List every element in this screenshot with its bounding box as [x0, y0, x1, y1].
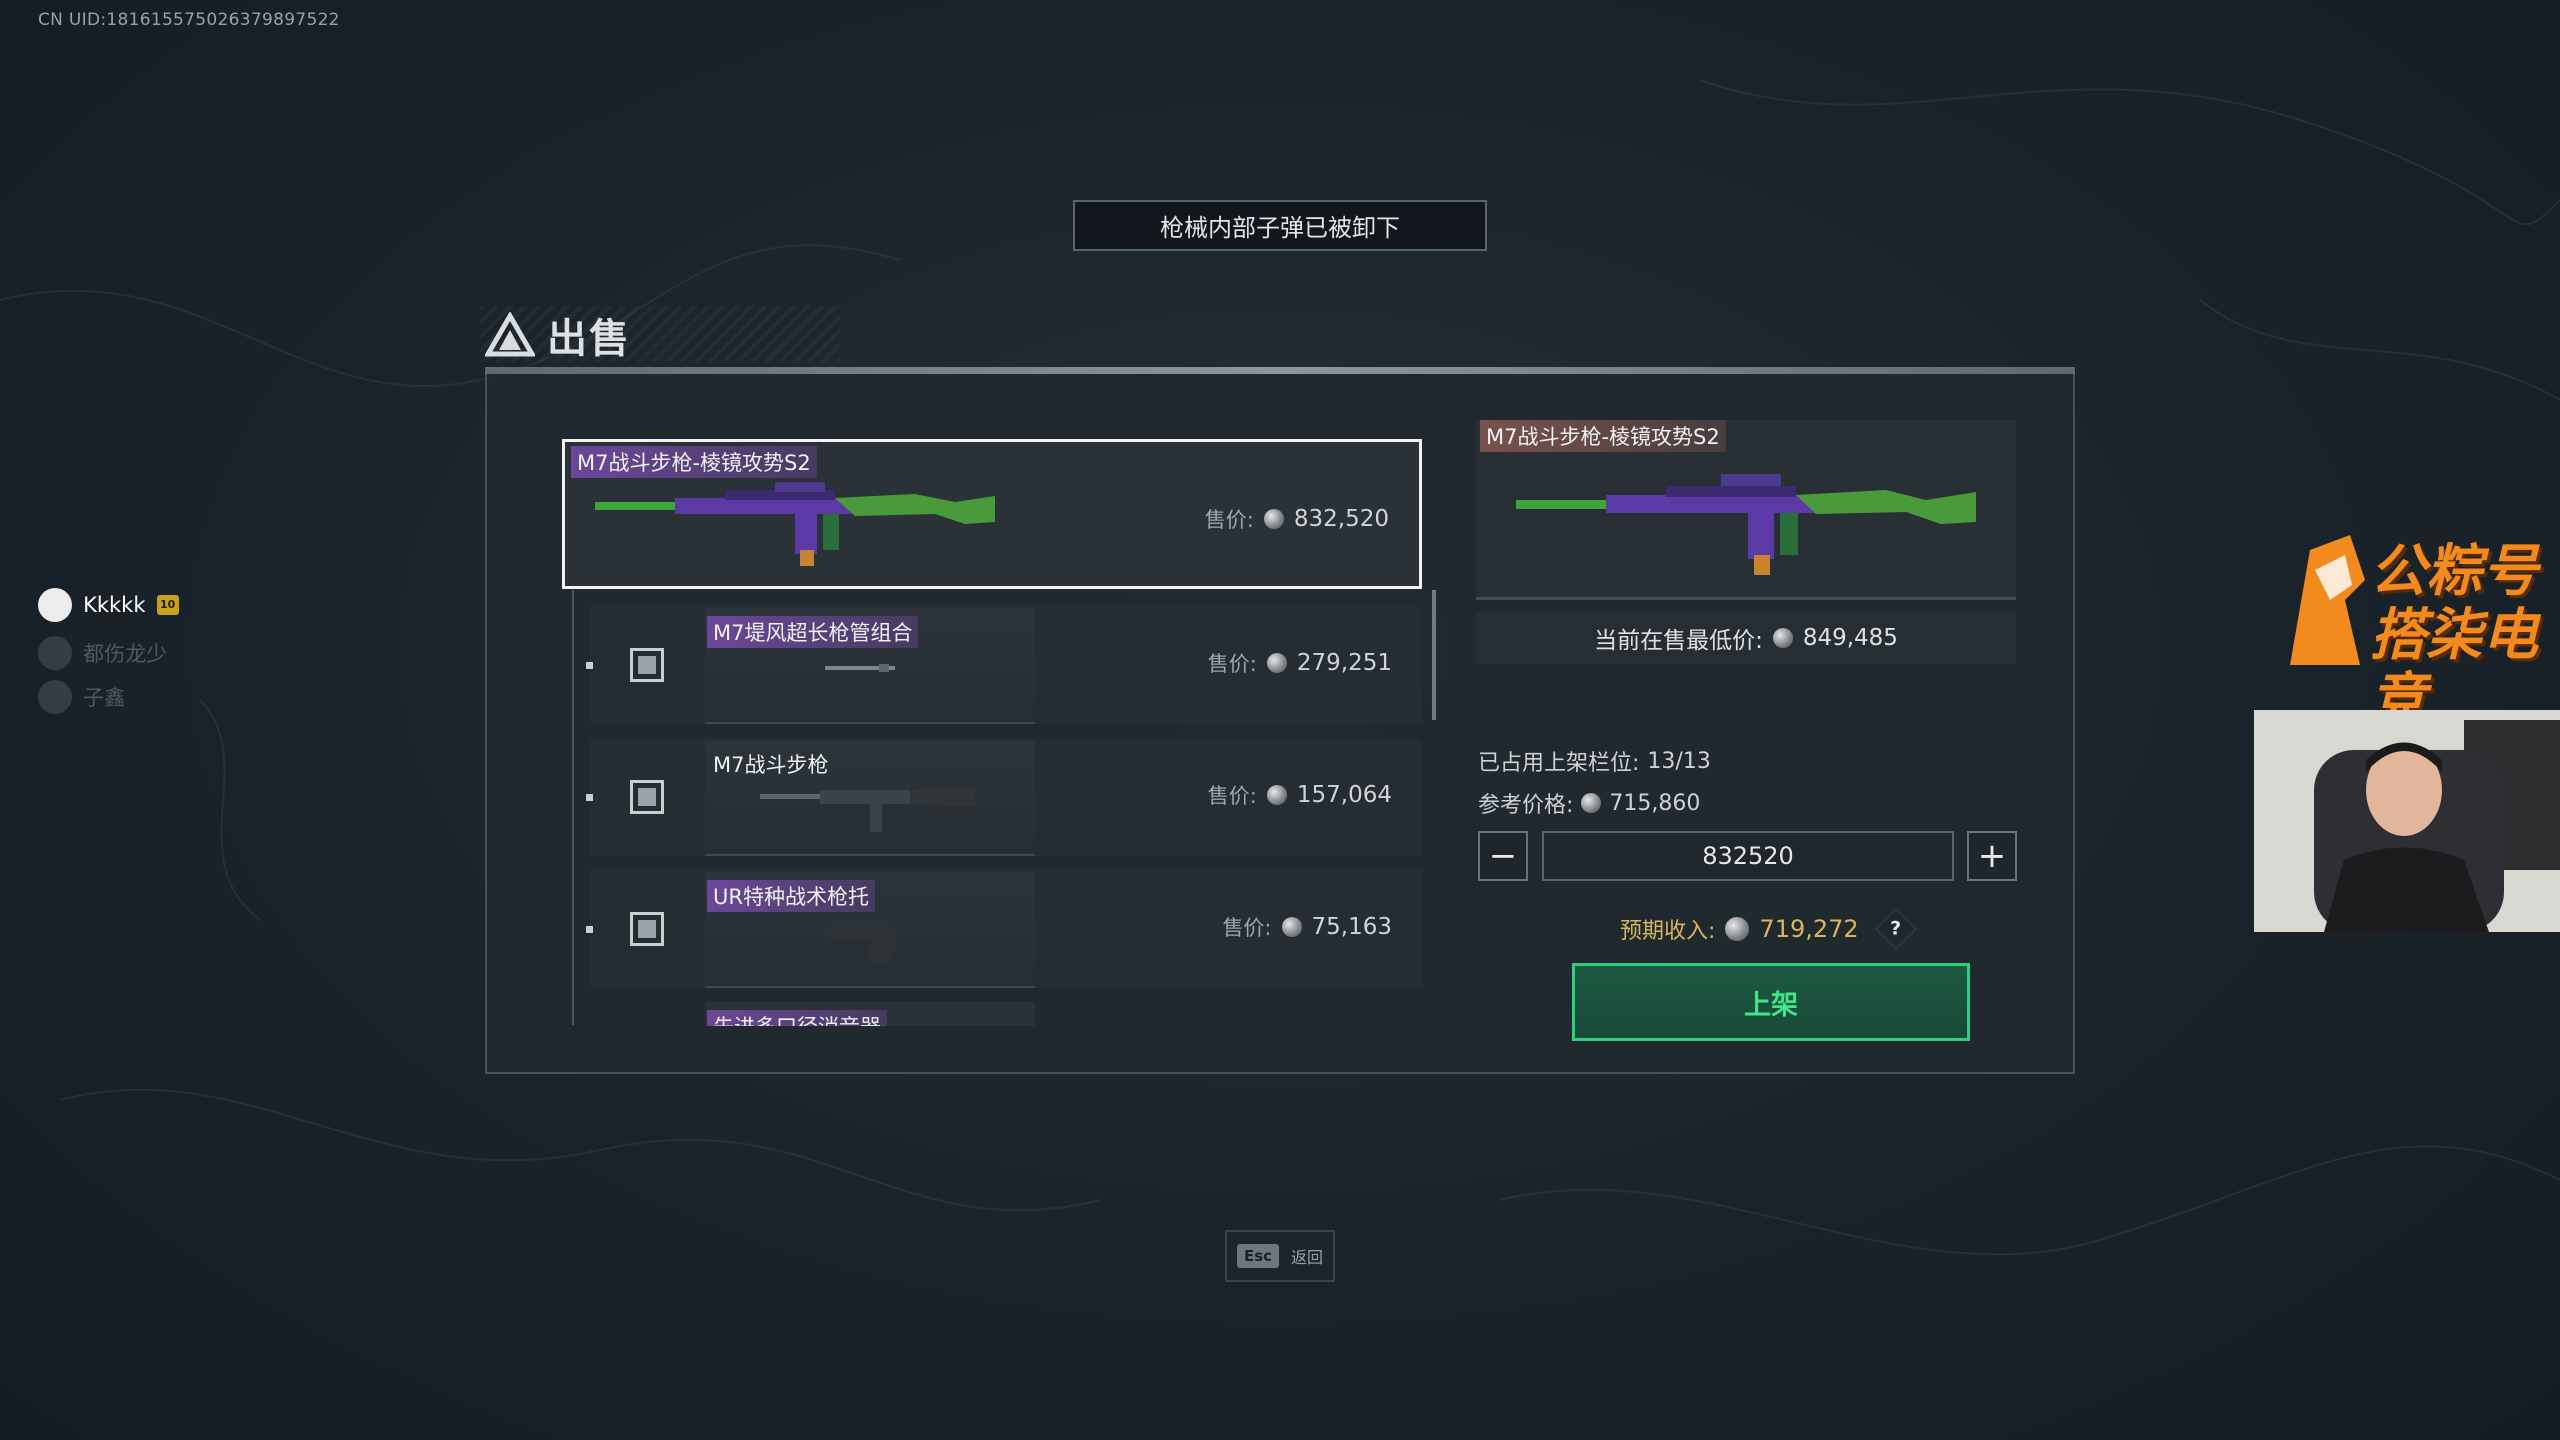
- tree-node: [586, 926, 593, 933]
- team-member-name: 子鑫: [83, 686, 126, 710]
- team-member-3: 子鑫: [38, 680, 125, 714]
- list-item-partial[interactable]: 先进多口径消音器: [590, 1002, 1422, 1026]
- level-badge: 10: [156, 595, 179, 615]
- item-thumbnail: UR特种战术枪托: [705, 872, 1035, 988]
- coin-icon: [1266, 785, 1287, 805]
- user-uid: CN UID:18161557502637989752​2: [38, 10, 340, 30]
- coin-icon: [1581, 793, 1602, 813]
- unload-toast: 枪械内部子弹已被卸下: [1073, 200, 1487, 251]
- item-price: 售价: 832,520: [1205, 504, 1389, 534]
- avatar: [38, 636, 72, 670]
- rifle-icon: [760, 788, 975, 832]
- item-checkbox[interactable]: [630, 780, 664, 814]
- income-value: 719,272: [1759, 915, 1859, 943]
- main-item-card[interactable]: M7战斗步枪-棱镜攻势S2 售价: 832,520: [562, 439, 1422, 589]
- preview-item-name: M7战斗步枪-棱镜攻势S2: [1480, 420, 1726, 452]
- income-label: 预期收入:: [1620, 919, 1716, 944]
- list-for-sale-button[interactable]: 上架: [1572, 963, 1970, 1041]
- lowest-price-bar: 当前在售最低价: 849,485: [1476, 612, 2016, 664]
- rifle-icon: [595, 482, 995, 566]
- back-hint[interactable]: Esc 返回: [1225, 1230, 1335, 1282]
- lowest-price-label: 当前在售最低价:: [1594, 628, 1763, 654]
- dialog-title: 出售: [547, 316, 631, 362]
- increase-price-button[interactable]: +: [1967, 831, 2017, 881]
- coin-icon: [1266, 653, 1287, 673]
- item-thumbnail: M7战斗步枪: [705, 740, 1035, 856]
- list-scrollbar[interactable]: [1432, 590, 1436, 720]
- avatar: [38, 680, 72, 714]
- price-label: 售价:: [1207, 652, 1257, 676]
- decrease-price-button[interactable]: −: [1478, 831, 1528, 881]
- item-price: 售价: 279,251: [1208, 648, 1392, 678]
- back-label: 返回: [1291, 1248, 1324, 1267]
- dialog-header: 出售: [485, 305, 631, 365]
- item-price: 售价: 157,064: [1208, 780, 1392, 810]
- item-name: M7堤风超长枪管组合: [707, 616, 919, 648]
- rifle-icon: [1516, 474, 1976, 575]
- list-item[interactable]: M7堤风超长枪管组合 售价: 279,251: [590, 606, 1422, 724]
- stock-icon: [825, 922, 895, 964]
- tree-connector: [572, 590, 574, 1025]
- item-name: 先进多口径消音器: [707, 1010, 887, 1026]
- price-input[interactable]: [1542, 831, 1954, 881]
- item-checkbox[interactable]: [630, 648, 664, 682]
- expected-income: 预期收入: 719,272 ?: [1620, 907, 1917, 951]
- help-icon[interactable]: ?: [1874, 907, 1917, 951]
- ref-price-label: 参考价格:: [1478, 793, 1574, 818]
- list-item[interactable]: UR特种战术枪托 售价: 75,163: [590, 870, 1422, 988]
- coin-icon: [1281, 917, 1302, 937]
- team-member-name: 都伤龙少: [83, 642, 168, 666]
- price-label: 售价:: [1207, 784, 1257, 808]
- team-logo-text: 公粽号 搭柒电竞: [2370, 540, 2560, 732]
- coin-icon: [1772, 628, 1793, 648]
- help-label: ?: [1890, 918, 1902, 940]
- streamer-image: [2254, 710, 2560, 932]
- ref-price-value: 715,860: [1609, 790, 1701, 816]
- slots-info: 已占用上架栏位: 13/13: [1478, 745, 1711, 777]
- esc-key-icon: Esc: [1236, 1244, 1280, 1268]
- avatar: [38, 588, 72, 622]
- price-value: 157,064: [1296, 782, 1392, 808]
- price-label: 售价:: [1204, 508, 1254, 532]
- slots-label: 已占用上架栏位:: [1478, 751, 1640, 776]
- slots-value: 13/13: [1647, 748, 1711, 774]
- coin-icon: [1725, 917, 1750, 941]
- item-preview: M7战斗步枪-棱镜攻势S2: [1476, 420, 2016, 600]
- price-value: 279,251: [1296, 650, 1392, 676]
- dialog-top-border: [485, 367, 2075, 374]
- team-member-2: 都伤龙少: [38, 636, 167, 670]
- item-price: 售价: 75,163: [1222, 912, 1392, 942]
- price-label: 售价:: [1222, 916, 1272, 940]
- coin-icon: [1263, 509, 1284, 529]
- team-member-1: Kkkkk 10: [38, 588, 179, 622]
- tree-node: [586, 662, 593, 669]
- item-thumbnail: M7堤风超长枪管组合: [705, 608, 1035, 724]
- lowest-price-value: 849,485: [1802, 625, 1898, 651]
- barrel-icon: [825, 664, 895, 672]
- price-value: 75,163: [1311, 914, 1392, 940]
- item-checkbox[interactable]: [630, 912, 664, 946]
- sell-icon: [485, 312, 535, 357]
- team-member-name: Kkkkk: [83, 593, 146, 617]
- list-item[interactable]: M7战斗步枪 售价: 157,064: [590, 738, 1422, 856]
- webcam-overlay: [2254, 710, 2560, 932]
- item-thumbnail: 先进多口径消音器: [705, 1002, 1035, 1026]
- item-name: M7战斗步枪: [713, 753, 829, 777]
- tree-node: [586, 794, 593, 801]
- reference-price-info: 参考价格: 715,860: [1478, 787, 1700, 819]
- item-name: UR特种战术枪托: [707, 880, 875, 912]
- logo-line-1: 公粽号: [2370, 539, 2538, 604]
- price-value: 832,520: [1293, 506, 1389, 532]
